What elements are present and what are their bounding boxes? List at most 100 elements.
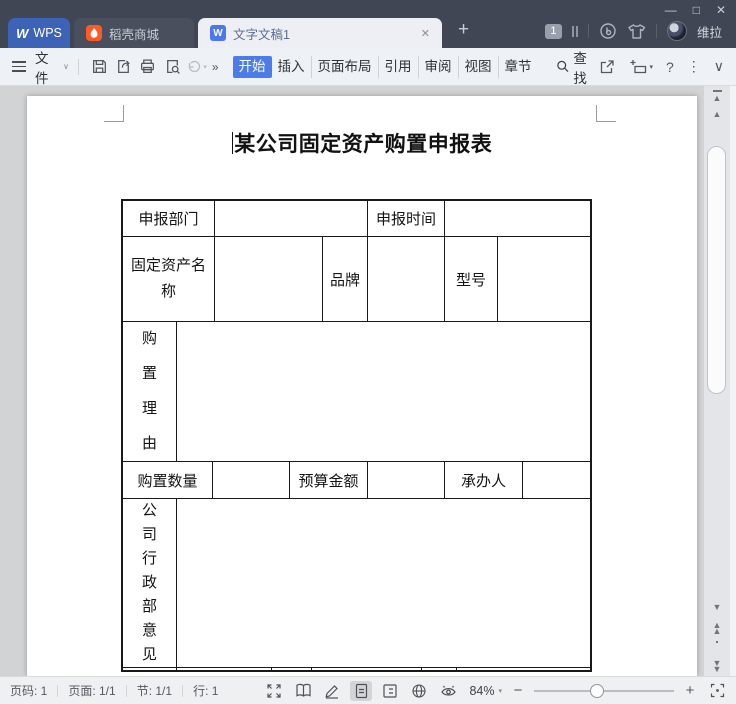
print-button[interactable] xyxy=(137,55,159,79)
cell-model-value[interactable] xyxy=(498,237,590,322)
window-list-icon[interactable] xyxy=(571,25,578,37)
cell-purchase-reason-value[interactable] xyxy=(177,322,590,462)
cell-brand-label[interactable]: 品牌 xyxy=(323,237,368,322)
new-window-icon[interactable]: ▾ xyxy=(629,58,653,76)
scroll-down-arrow-icon[interactable]: ▼ xyxy=(704,602,730,612)
cell-asset-name-value[interactable] xyxy=(215,237,323,322)
table-row: 购置理由 xyxy=(123,322,590,462)
cell-asset-name-label[interactable]: 固定资产名称 xyxy=(123,237,215,322)
new-window-chevron-icon[interactable]: ▾ xyxy=(649,63,653,71)
ribbon-tab-section[interactable]: 章节 xyxy=(497,55,538,78)
cell-next-row[interactable] xyxy=(312,668,422,670)
undo-chevron-icon[interactable]: ▾ xyxy=(203,63,207,71)
eye-protect-icon[interactable] xyxy=(437,681,459,701)
page-view-icon[interactable] xyxy=(350,680,372,701)
fit-page-icon[interactable] xyxy=(706,681,728,701)
application-form-table[interactable]: 申报部门 申报时间 固定资产名称 品牌 型号 购置理由 购置数量 预算金额 承办… xyxy=(121,199,592,672)
zoom-level-label[interactable]: 84% xyxy=(469,684,494,698)
ribbon-tab-view[interactable]: 视图 xyxy=(457,55,498,78)
member-icon[interactable] xyxy=(599,22,617,40)
ribbon-tab-insert[interactable]: 插入 xyxy=(272,56,311,78)
cell-model-label[interactable]: 型号 xyxy=(445,237,498,322)
export-pdf-button[interactable] xyxy=(112,55,134,79)
cell-handler-value[interactable] xyxy=(523,462,590,499)
divider xyxy=(78,58,79,75)
ribbon-tab-page-layout[interactable]: 页面布局 xyxy=(310,55,378,78)
overflow-menu-icon[interactable]: ⋮ xyxy=(687,58,701,75)
maximize-button[interactable]: □ xyxy=(693,3,700,17)
cell-declare-time-value[interactable] xyxy=(445,201,590,237)
zoom-slider-knob[interactable] xyxy=(590,683,604,698)
cell-declare-dept-label[interactable]: 申报部门 xyxy=(123,201,215,237)
scroll-to-top-icon[interactable]: ▲ xyxy=(704,90,730,103)
collapse-ribbon-icon[interactable]: ∨ xyxy=(714,58,724,75)
cell-quantity-label[interactable]: 购置数量 xyxy=(123,462,213,499)
statusbar-left: 页码: 1 页面: 1/1 节: 1/1 行: 1 xyxy=(0,682,218,699)
scroll-up-arrow-icon[interactable]: ▲ xyxy=(704,109,730,119)
file-menu[interactable]: 文件 xyxy=(35,47,60,87)
cell-next-row[interactable] xyxy=(177,668,272,670)
scrollbar-thumb[interactable] xyxy=(707,146,726,394)
close-button[interactable]: ✕ xyxy=(716,3,726,17)
section-status[interactable]: 节: 1/1 xyxy=(137,682,172,699)
cell-purchase-reason-label[interactable]: 购置理由 xyxy=(123,322,177,462)
ink-edit-icon[interactable] xyxy=(321,681,343,701)
cell-next-row[interactable] xyxy=(272,668,312,670)
ribbon-tab-review[interactable]: 审阅 xyxy=(417,55,458,78)
outline-view-icon[interactable] xyxy=(379,681,401,701)
previous-page-icon[interactable]: ▲ ▲ xyxy=(704,621,730,636)
more-tools-icon[interactable]: » xyxy=(212,60,219,74)
cell-next-row[interactable] xyxy=(457,668,590,670)
ribbon-tab-references[interactable]: 引用 xyxy=(377,55,418,78)
zoom-slider-track[interactable] xyxy=(534,689,674,692)
cell-admin-opinion-label[interactable]: 公司行政部意见 xyxy=(123,499,177,668)
zoom-slider[interactable] xyxy=(534,683,674,698)
next-page-icon[interactable]: ▼ ▼ xyxy=(704,659,730,674)
new-tab-button[interactable]: + xyxy=(458,19,469,47)
divider xyxy=(587,24,589,38)
file-menu-chevron-icon[interactable]: ∨ xyxy=(63,62,69,71)
avatar[interactable] xyxy=(666,21,687,41)
zoom-in-button[interactable]: + xyxy=(683,682,697,699)
margin-mark-left xyxy=(104,105,124,122)
find-label: 查找 xyxy=(573,50,587,86)
share-icon[interactable] xyxy=(598,58,616,76)
find-button[interactable]: 查找 xyxy=(556,47,599,87)
skin-tshirt-icon[interactable] xyxy=(627,23,646,40)
tab-close-icon[interactable]: ✕ xyxy=(421,27,430,40)
tab-docer-store[interactable]: 稻壳商城 xyxy=(74,18,194,48)
cell-brand-value[interactable] xyxy=(368,237,445,322)
window-count-badge[interactable]: 1 xyxy=(544,23,562,39)
page-count-status[interactable]: 页面: 1/1 xyxy=(68,682,115,699)
line-status[interactable]: 行: 1 xyxy=(193,682,218,699)
tab-wps-home[interactable]: W WPS xyxy=(8,18,70,48)
cell-declare-time-label[interactable]: 申报时间 xyxy=(368,201,445,237)
cell-quantity-value[interactable] xyxy=(213,462,290,499)
undo-button[interactable]: ▾ xyxy=(185,55,207,79)
cell-declare-dept-value[interactable] xyxy=(215,201,368,237)
cell-next-row[interactable] xyxy=(123,668,177,670)
minimize-button[interactable]: — xyxy=(665,3,677,17)
ribbon-tab-home[interactable]: 开始 xyxy=(232,55,272,78)
hamburger-menu-icon[interactable] xyxy=(12,61,26,72)
print-preview-button[interactable] xyxy=(161,55,183,79)
vertical-scrollbar[interactable]: ▲ ▲ ▼ ▲ ▲ ▼ ▼ xyxy=(704,86,730,676)
zoom-out-button[interactable]: − xyxy=(511,682,525,699)
page-number-status[interactable]: 页码: 1 xyxy=(10,682,47,699)
cell-handler-label[interactable]: 承办人 xyxy=(445,462,523,499)
document-title[interactable]: 某公司固定资产购置申报表 xyxy=(27,128,697,158)
cell-next-row[interactable] xyxy=(422,668,457,670)
tab-strip: W WPS 稻壳商城 W 文字文稿1 ✕ + xyxy=(8,18,469,48)
fullscreen-icon[interactable] xyxy=(263,681,285,701)
cell-budget-value[interactable] xyxy=(368,462,445,499)
username-label[interactable]: 维拉 xyxy=(697,22,722,41)
cell-admin-opinion-value[interactable] xyxy=(177,499,590,668)
zoom-chevron-icon[interactable]: ▾ xyxy=(498,687,502,695)
save-button[interactable] xyxy=(88,55,110,79)
help-icon[interactable]: ? xyxy=(666,59,674,75)
read-mode-icon[interactable] xyxy=(292,681,314,701)
web-view-icon[interactable] xyxy=(408,681,430,701)
cell-budget-label[interactable]: 预算金额 xyxy=(290,462,368,499)
tab-document-active[interactable]: W 文字文稿1 ✕ xyxy=(198,18,442,48)
document-page[interactable]: 某公司固定资产购置申报表 申报部门 申报时间 固定资产名称 品牌 型号 购置理由… xyxy=(27,96,697,676)
